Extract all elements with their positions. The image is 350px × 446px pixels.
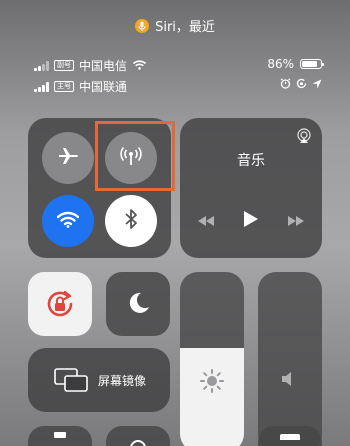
camera-icon bbox=[280, 434, 300, 440]
orientation-lock-status-icon bbox=[296, 78, 307, 92]
location-icon bbox=[312, 78, 322, 92]
bluetooth-icon bbox=[124, 208, 138, 234]
carrier-name: 中国电信 bbox=[79, 59, 128, 73]
microphone-icon bbox=[135, 18, 150, 33]
music-panel[interactable] bbox=[180, 118, 322, 258]
brightness-slider[interactable] bbox=[180, 272, 244, 446]
speaker-icon bbox=[280, 370, 300, 392]
sun-icon bbox=[199, 368, 225, 398]
airplane-mode-toggle[interactable] bbox=[42, 132, 94, 184]
do-not-disturb-toggle[interactable] bbox=[106, 272, 170, 336]
fast-forward-icon[interactable] bbox=[287, 212, 305, 231]
battery-percent: 86% bbox=[267, 57, 294, 71]
status-icons bbox=[280, 78, 322, 92]
siri-banner-text: Siri，最近 bbox=[155, 20, 215, 35]
wifi-status-icon bbox=[132, 59, 147, 73]
timer-toggle[interactable] bbox=[106, 426, 170, 446]
highlight-box bbox=[95, 121, 175, 191]
status-row-sim2: 主号 中国联通 bbox=[34, 78, 127, 95]
moon-icon bbox=[127, 291, 151, 319]
orientation-lock-icon bbox=[43, 287, 77, 325]
sim-tag: 副号 bbox=[54, 60, 74, 71]
signal-strength-icon bbox=[34, 81, 49, 92]
flashlight-icon bbox=[54, 432, 66, 438]
signal-strength-icon bbox=[34, 60, 49, 71]
screen-mirroring-icon bbox=[54, 368, 88, 396]
play-icon[interactable] bbox=[243, 210, 259, 232]
orientation-lock-toggle[interactable] bbox=[28, 272, 92, 336]
flashlight-toggle[interactable] bbox=[28, 426, 92, 446]
battery-status: 86% bbox=[267, 57, 324, 71]
screen-mirroring-button[interactable]: 屏幕镜像 bbox=[28, 348, 170, 412]
timer-icon bbox=[130, 434, 146, 446]
music-title: 音乐 bbox=[237, 153, 265, 169]
volume-slider[interactable] bbox=[258, 272, 322, 446]
screen-mirroring-label: 屏幕镜像 bbox=[98, 374, 147, 388]
wifi-toggle[interactable] bbox=[42, 195, 94, 247]
rewind-icon[interactable] bbox=[197, 212, 215, 231]
camera-toggle[interactable] bbox=[258, 426, 322, 446]
siri-suggestion-banner[interactable]: Siri，最近 bbox=[0, 16, 350, 35]
airplay-icon[interactable] bbox=[296, 128, 312, 148]
status-row-sim1: 副号 中国电信 bbox=[34, 57, 147, 74]
battery-icon bbox=[300, 59, 324, 69]
airplane-icon bbox=[57, 145, 79, 171]
carrier-name: 中国联通 bbox=[79, 80, 128, 94]
sim-tag: 主号 bbox=[54, 81, 74, 92]
playback-controls bbox=[180, 210, 322, 232]
wifi-icon bbox=[56, 211, 80, 232]
alarm-icon bbox=[280, 78, 291, 92]
bluetooth-toggle[interactable] bbox=[105, 195, 157, 247]
